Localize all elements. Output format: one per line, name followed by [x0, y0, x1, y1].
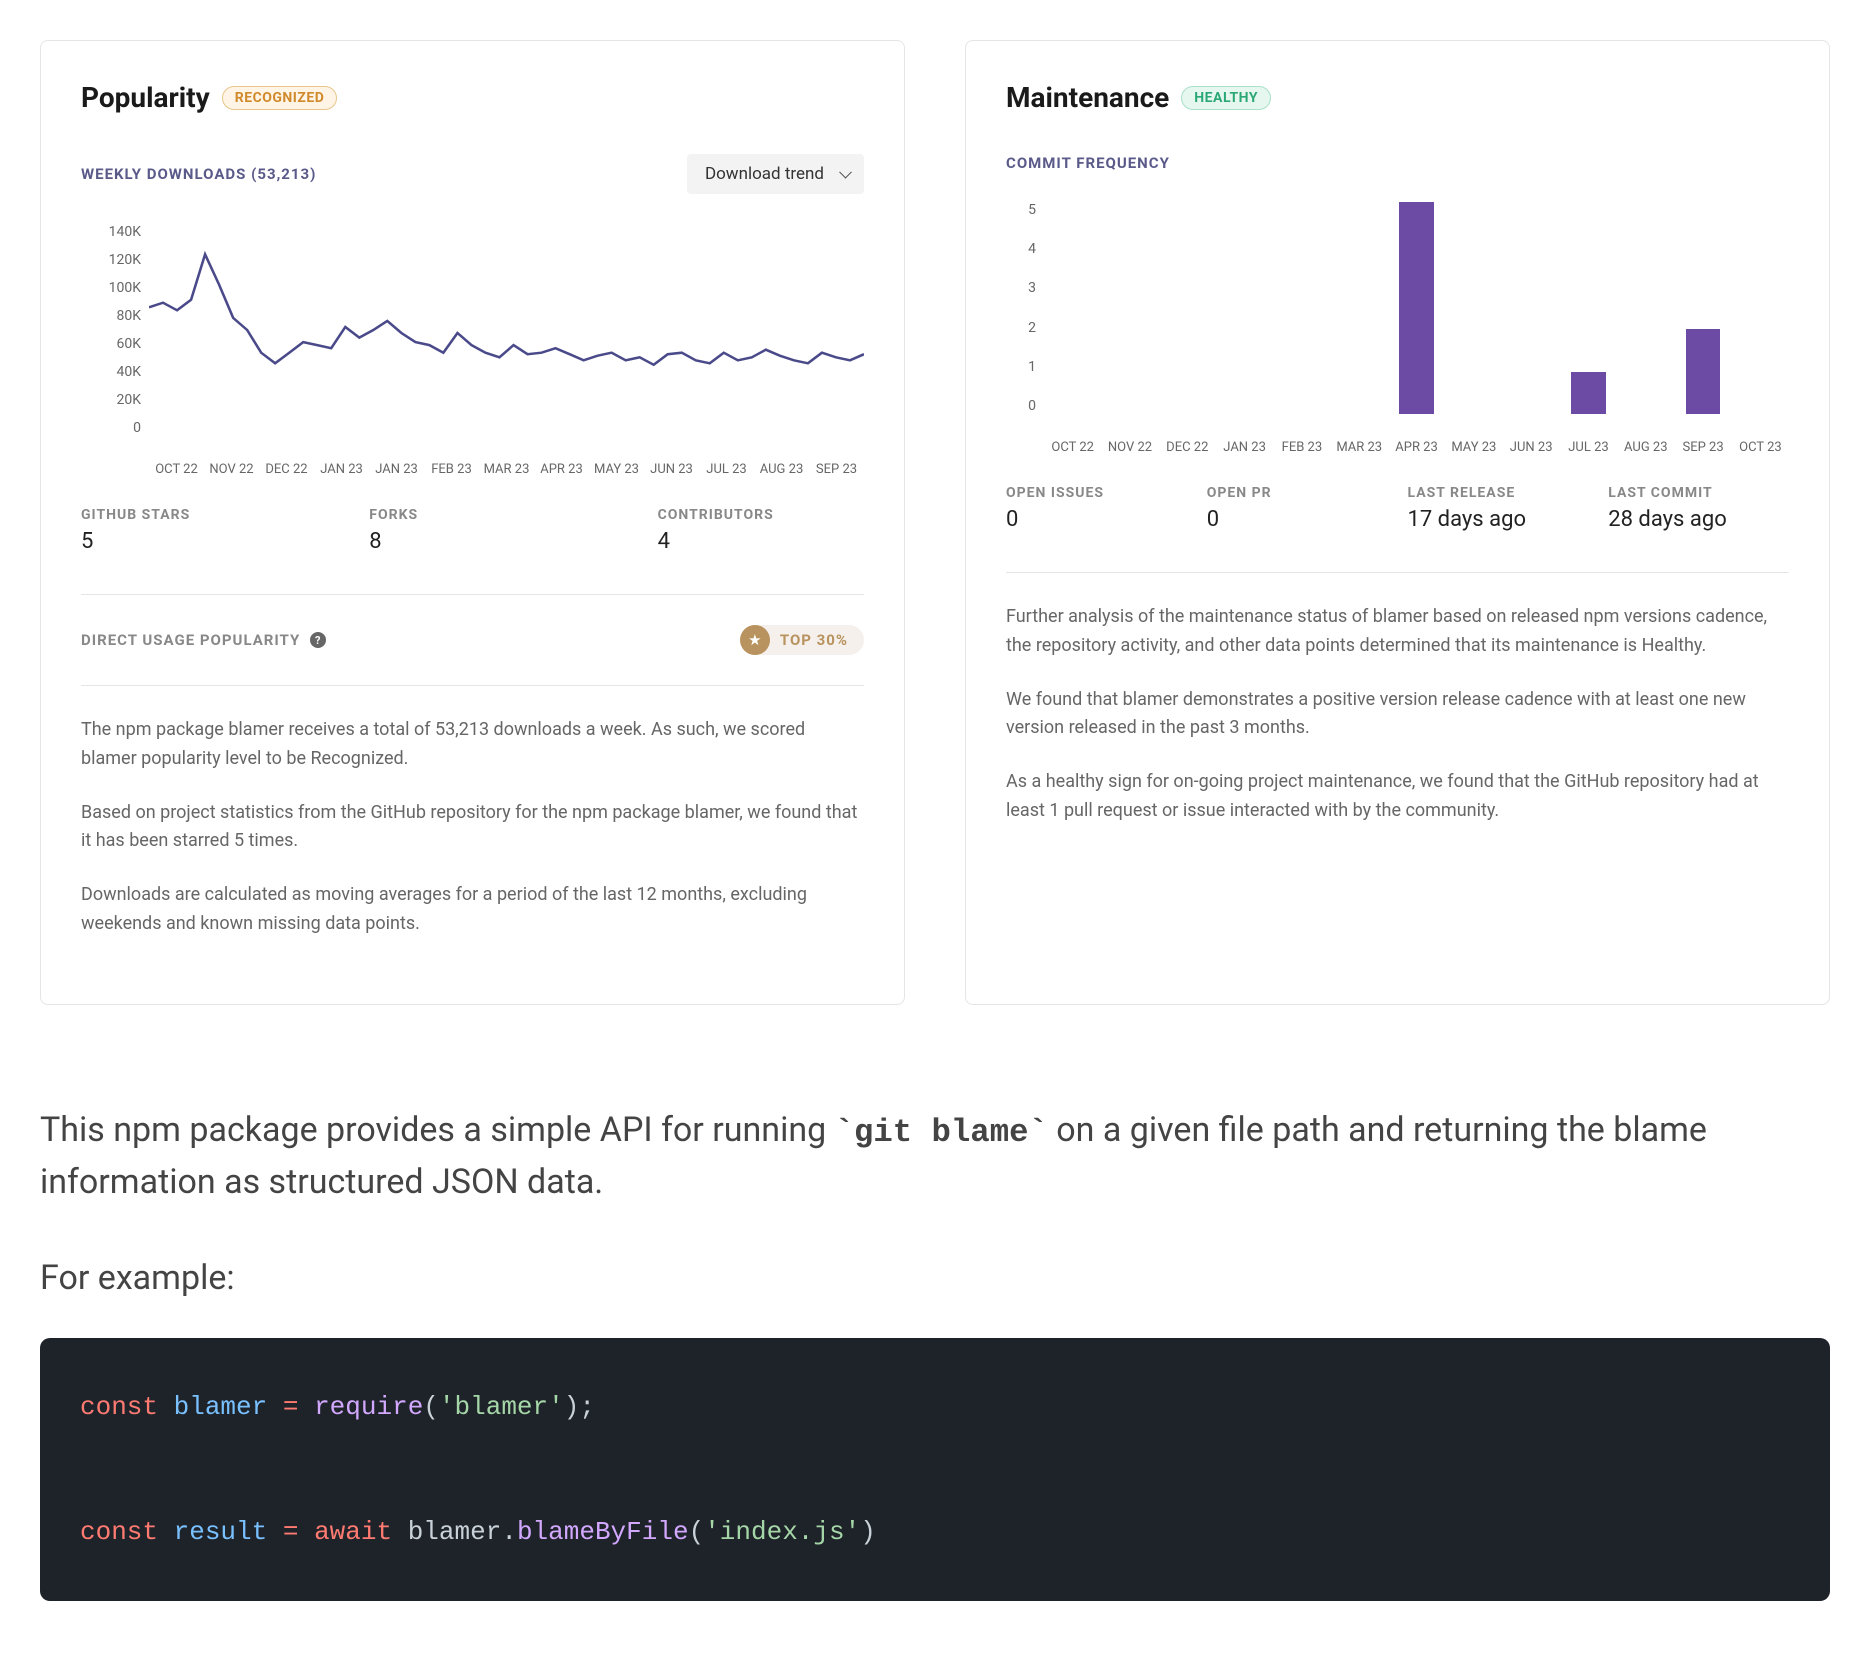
divider — [81, 594, 864, 595]
direct-usage-label: DIRECT USAGE POPULARITY ? — [81, 631, 326, 649]
contributors-stat: CONTRIBUTORS 4 — [658, 507, 864, 554]
open-pr-stat: OPEN PR 0 — [1207, 485, 1388, 532]
maintenance-para-1: Further analysis of the maintenance stat… — [1006, 603, 1789, 661]
open-issues-stat: OPEN ISSUES 0 — [1006, 485, 1187, 532]
forks-stat: FORKS 8 — [369, 507, 637, 554]
commit-frequency-label: COMMIT FREQUENCY — [1006, 154, 1789, 172]
package-description: This npm package provides a simple API f… — [40, 1105, 1830, 1208]
stars-value: 5 — [81, 529, 349, 554]
release-value: 17 days ago — [1408, 507, 1589, 532]
last-release-stat: LAST RELEASE 17 days ago — [1408, 485, 1589, 532]
contributors-value: 4 — [658, 529, 864, 554]
pr-value: 0 — [1207, 507, 1388, 532]
example-label: For example: — [40, 1258, 1830, 1298]
download-trend-label: Download trend — [705, 164, 824, 184]
issues-value: 0 — [1006, 507, 1187, 532]
last-commit-stat: LAST COMMIT 28 days ago — [1608, 485, 1789, 532]
issues-label: OPEN ISSUES — [1006, 485, 1187, 501]
maintenance-para-2: We found that blamer demonstrates a posi… — [1006, 686, 1789, 744]
pr-label: OPEN PR — [1207, 485, 1388, 501]
code-block: const blamer = require('blamer'); const … — [40, 1338, 1830, 1601]
stars-label: GITHUB STARS — [81, 507, 349, 523]
popularity-para-1: The npm package blamer receives a total … — [81, 716, 864, 774]
popularity-title: Popularity — [81, 81, 210, 114]
maintenance-title: Maintenance — [1006, 81, 1169, 114]
popularity-para-2: Based on project statistics from the Git… — [81, 799, 864, 857]
download-trend-dropdown[interactable]: Download trend — [687, 154, 864, 194]
downloads-line-chart: 140K120K100K80K60K40K20K0 — [81, 224, 864, 454]
star-icon: ★ — [740, 625, 770, 655]
popularity-card: Popularity RECOGNIZED WEEKLY DOWNLOADS (… — [40, 40, 905, 1005]
maintenance-card: Maintenance HEALTHY COMMIT FREQUENCY 543… — [965, 40, 1830, 1005]
divider — [81, 685, 864, 686]
contributors-label: CONTRIBUTORS — [658, 507, 864, 523]
github-stars-stat: GITHUB STARS 5 — [81, 507, 349, 554]
commit-frequency-bar-chart: 543210 — [1006, 202, 1789, 432]
commit-value: 28 days ago — [1608, 507, 1789, 532]
divider — [1006, 572, 1789, 573]
maintenance-para-3: As a healthy sign for on-going project m… — [1006, 768, 1789, 826]
release-label: LAST RELEASE — [1408, 485, 1589, 501]
help-icon[interactable]: ? — [310, 632, 326, 648]
forks-value: 8 — [369, 529, 637, 554]
popularity-para-3: Downloads are calculated as moving avera… — [81, 881, 864, 939]
weekly-downloads-label: WEEKLY DOWNLOADS (53,213) — [81, 165, 316, 183]
top-30-badge: ★ TOP 30% — [740, 625, 864, 655]
healthy-badge: HEALTHY — [1181, 86, 1271, 110]
recognized-badge: RECOGNIZED — [222, 86, 338, 110]
forks-label: FORKS — [369, 507, 637, 523]
commit-label: LAST COMMIT — [1608, 485, 1789, 501]
inline-code: `git blame` — [835, 1114, 1048, 1151]
